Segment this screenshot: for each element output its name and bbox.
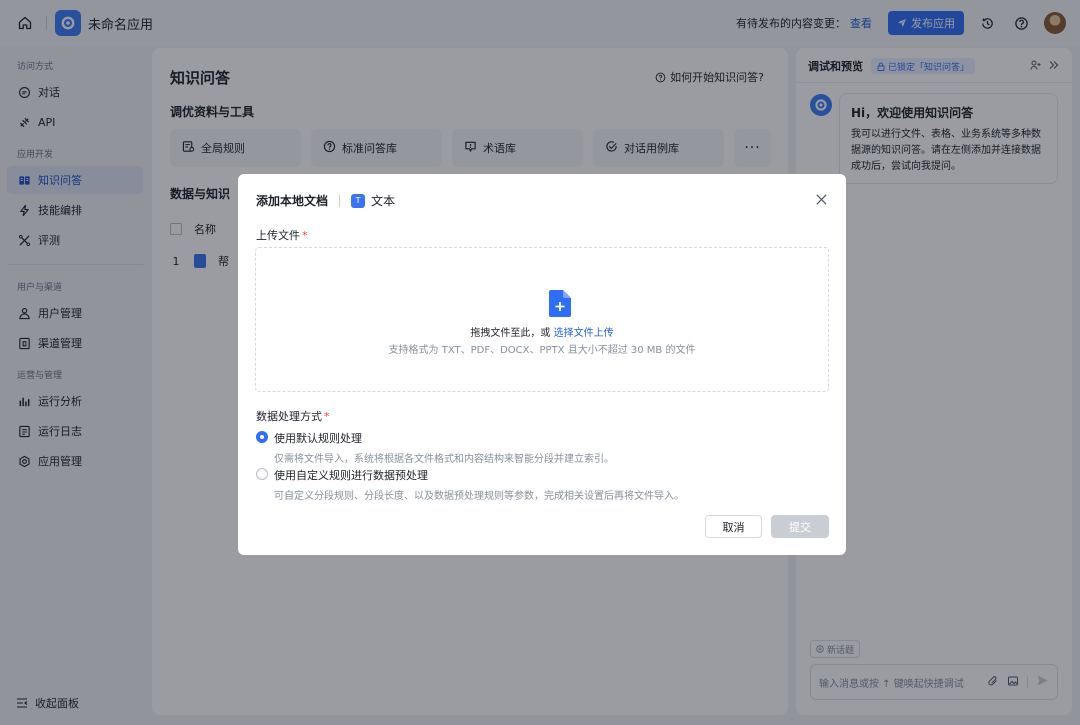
processing-field-label: 数据处理方式 * [256,408,330,424]
close-icon[interactable] [812,190,830,208]
divider [339,194,341,207]
dialog-title: 添加本地文档 [256,194,329,208]
radio-default-rules[interactable] [256,431,268,443]
option-title: 使用默认规则处理 [274,432,362,445]
cancel-button[interactable]: 取消 [705,515,762,538]
processing-label-text: 数据处理方式 [256,410,322,423]
upload-field-label: 上传文件 * [256,227,308,243]
drop-text: 拖拽文件至此，或 [470,328,551,339]
option-default-rules[interactable]: 使用默认规则处理 仅需将文件导入，系统将根据各文件格式和内容结构来智能分段并建立… [256,430,614,465]
text-type-icon: T [351,193,366,208]
required-mark: * [324,410,330,423]
required-mark: * [302,229,308,242]
document-type-label: 文本 [371,194,396,208]
drop-hint: 支持格式为 TXT、PDF、DOCX、PPTX 且大小不超过 30 MB 的文件 [388,345,696,356]
add-file-icon [549,290,571,317]
option-title: 使用自定义规则进行数据预处理 [274,469,428,482]
radio-custom-rules[interactable] [256,468,268,480]
option-description: 仅需将文件导入，系统将根据各文件格式和内容结构来智能分段并建立索引。 [274,454,614,465]
select-file-link[interactable]: 选择文件上传 [554,328,614,339]
dialog-header: 添加本地文档 T 文本 [256,192,395,209]
file-dropzone[interactable]: 拖拽文件至此，或 选择文件上传 支持格式为 TXT、PDF、DOCX、PPTX … [255,247,829,392]
submit-button[interactable]: 提交 [771,515,829,538]
drop-instruction: 拖拽文件至此，或 选择文件上传 [256,324,828,339]
upload-label-text: 上传文件 [256,229,300,242]
option-custom-rules[interactable]: 使用自定义规则进行数据预处理 可自定义分段规则、分段长度、以及数据预处理规则等参… [256,467,684,502]
add-local-document-dialog: 添加本地文档 T 文本 上传文件 * 拖拽文件至此，或 选择文件上传 支持格式为 … [238,174,846,555]
option-description: 可自定义分段规则、分段长度、以及数据预处理规则等参数，完成相关设置后再将文件导入… [274,491,684,502]
